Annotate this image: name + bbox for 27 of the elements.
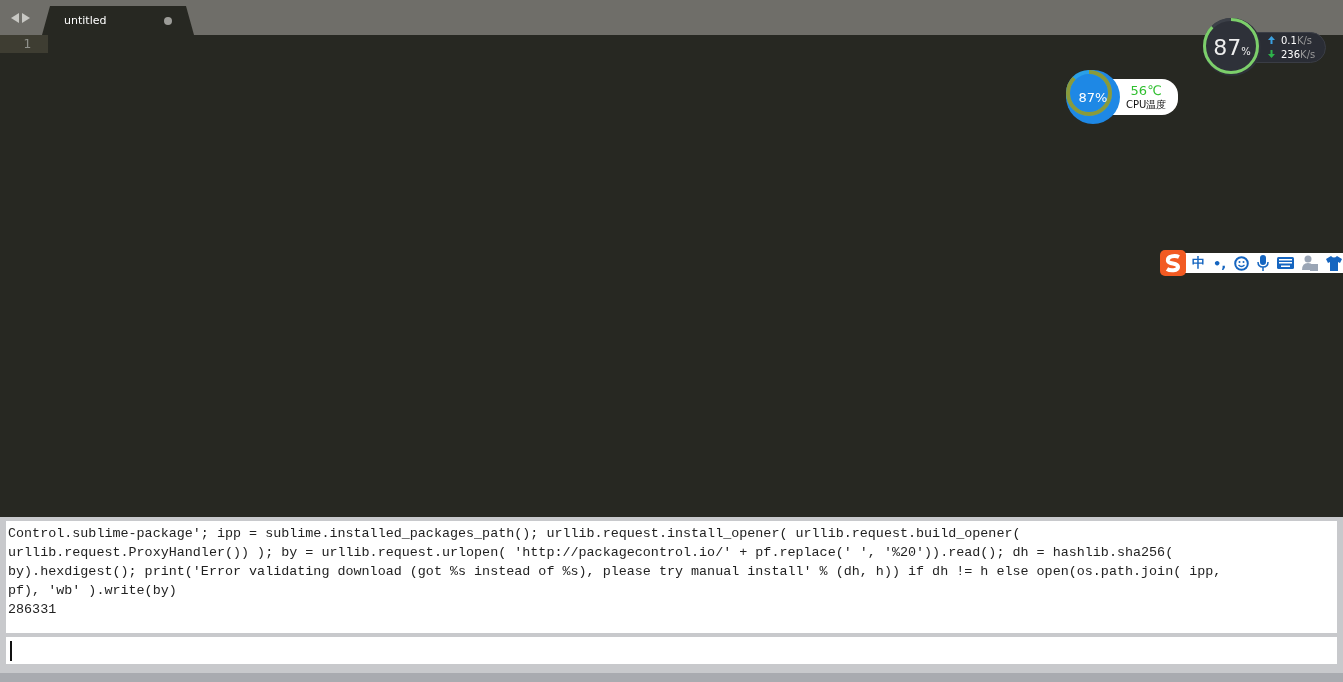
input-mode-toggle[interactable]: 中: [1192, 254, 1205, 272]
console-line: Control.sublime-package'; ipp = sublime.installed_packages_path(); urllib.request.install_opener( urllib.request.build_opener(: [8, 525, 1022, 543]
shirt-icon[interactable]: [1326, 255, 1343, 271]
console-line: by).hexdigest(); print('Error validating download (got %s instead of %s), please try manual install' % (dh, h)) if dh != h else open(os.path.join( ipp,: [8, 563, 1223, 581]
console-line: pf), 'wb' ).write(by): [8, 582, 178, 600]
punctuation-toggle[interactable]: •,: [1213, 255, 1227, 271]
keyboard-icon[interactable]: [1277, 257, 1295, 269]
tab-title: untitled: [64, 14, 107, 27]
forward-arrow-icon[interactable]: [22, 12, 30, 23]
back-arrow-icon[interactable]: [11, 12, 19, 23]
console-line: 286331: [8, 601, 58, 619]
line-number: 1: [0, 35, 48, 53]
file-tab[interactable]: untitled: [42, 6, 194, 35]
console-line: urllib.request.ProxyHandler()) ); by = urllib.request.urlopen( 'http://packagecontrol.io/' + pf.replace(' ', '%20')).read(); dh = hashlib.sha256(: [8, 544, 1175, 562]
memory-percent: 87%: [1213, 34, 1251, 60]
cpu-temperature: 56℃: [1130, 82, 1162, 98]
download-speed: 236K/s: [1281, 48, 1316, 60]
upload-speed: 0.1K/s: [1281, 34, 1313, 46]
smiley-icon[interactable]: [1234, 255, 1250, 271]
microphone-icon[interactable]: [1257, 255, 1270, 271]
console-input-field[interactable]: [6, 637, 1337, 664]
download-arrow-icon: [1268, 50, 1275, 58]
cpu-ring: [1066, 70, 1112, 116]
cpu-percent: 87%: [1078, 89, 1108, 105]
cpu-temperature-label: CPU温度: [1126, 97, 1167, 112]
upload-arrow-icon: [1268, 36, 1275, 44]
sogou-logo-icon[interactable]: [1160, 250, 1186, 276]
